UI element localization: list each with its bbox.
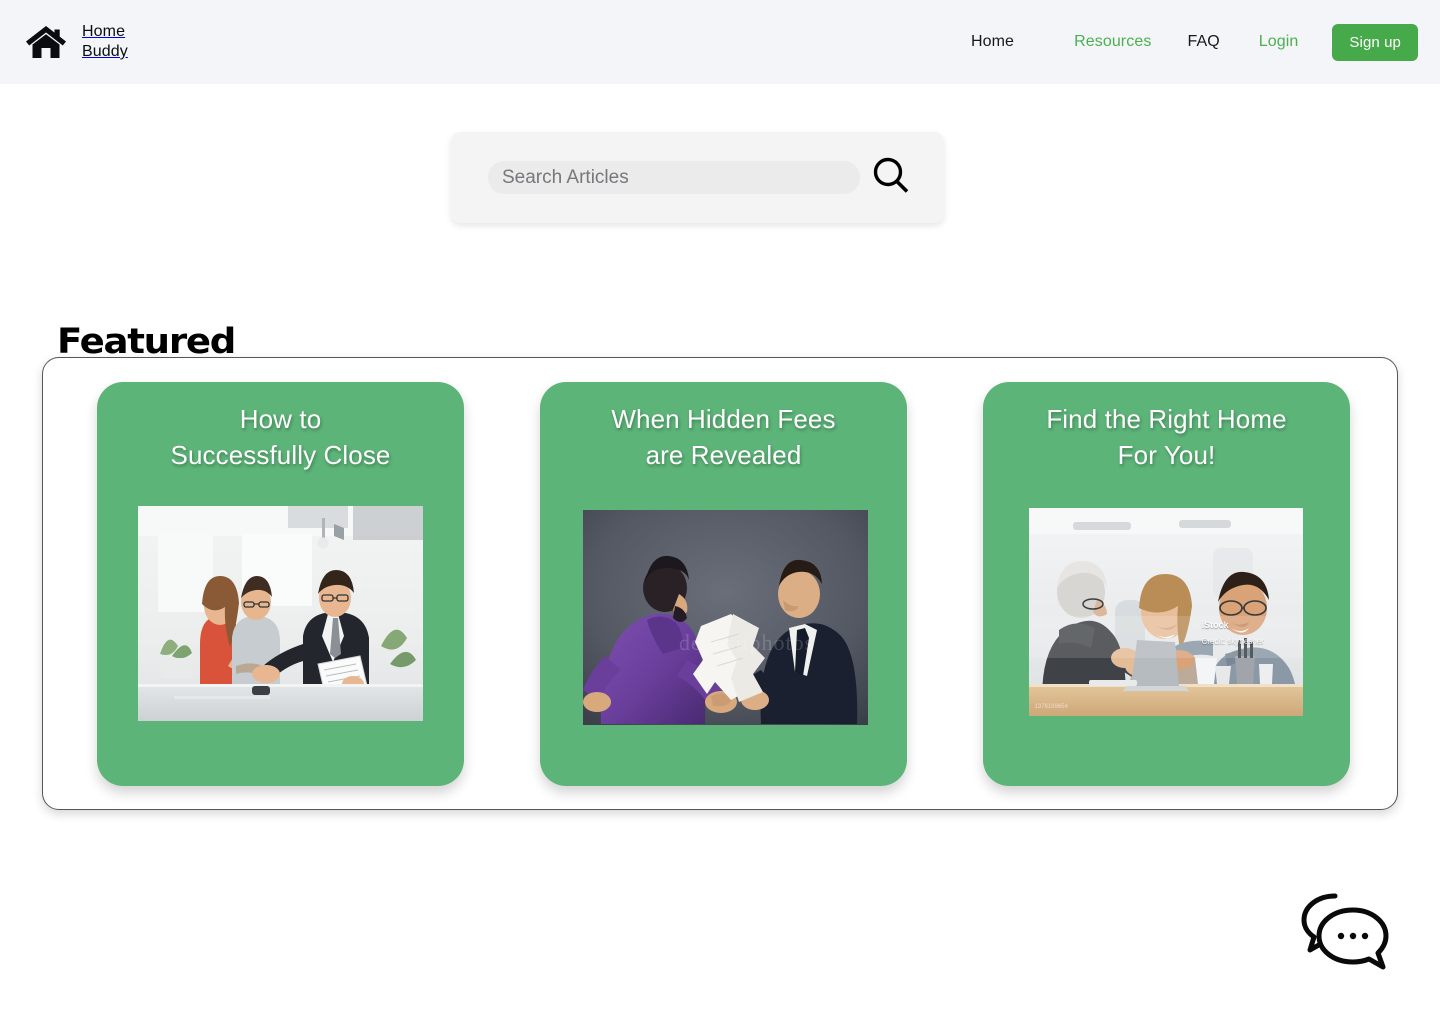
nav-link-home[interactable]: Home: [971, 25, 1014, 59]
site-header: Home Buddy Home Resources FAQ Login Sign…: [0, 0, 1440, 84]
search-input[interactable]: [488, 161, 860, 194]
article-card[interactable]: Find the Right Home For You! iStock Cred…: [983, 382, 1350, 786]
chat-bubbles-icon: [1297, 893, 1393, 973]
article-card[interactable]: How to Successfully Close: [97, 382, 464, 786]
article-title: Find the Right Home For You!: [1046, 404, 1287, 470]
search-submit-button[interactable]: [860, 148, 922, 208]
article-thumbnail: depositphotos: [583, 510, 868, 725]
search-icon: [867, 152, 915, 203]
article-thumbnail: iStock Credit: skynesher 1376199654: [1029, 508, 1303, 716]
brand-logo[interactable]: Home Buddy: [24, 20, 128, 64]
article-card[interactable]: When Hidden Fees are Revealed depositpho…: [540, 382, 907, 786]
nav-link-faq[interactable]: FAQ: [1187, 25, 1219, 59]
page-title: Featured: [57, 322, 236, 363]
sign-up-button[interactable]: Sign up: [1332, 23, 1418, 61]
brand-name: Home Buddy: [82, 22, 128, 60]
article-title: When Hidden Fees are Revealed: [611, 404, 836, 470]
search-bar: [451, 132, 944, 223]
article-thumbnail: [138, 506, 423, 721]
svg-text:depositphotos: depositphotos: [679, 630, 814, 655]
house-icon: [24, 20, 68, 64]
nav-link-login[interactable]: Login: [1259, 25, 1299, 59]
article-title: How to Successfully Close: [170, 404, 391, 470]
nav-link-resources[interactable]: Resources: [1074, 25, 1151, 59]
chat-widget-button[interactable]: [1297, 890, 1393, 970]
featured-panel: How to Successfully Close When Hidden Fe…: [42, 357, 1398, 810]
main-nav: Home Resources FAQ Login Sign up: [971, 23, 1418, 61]
